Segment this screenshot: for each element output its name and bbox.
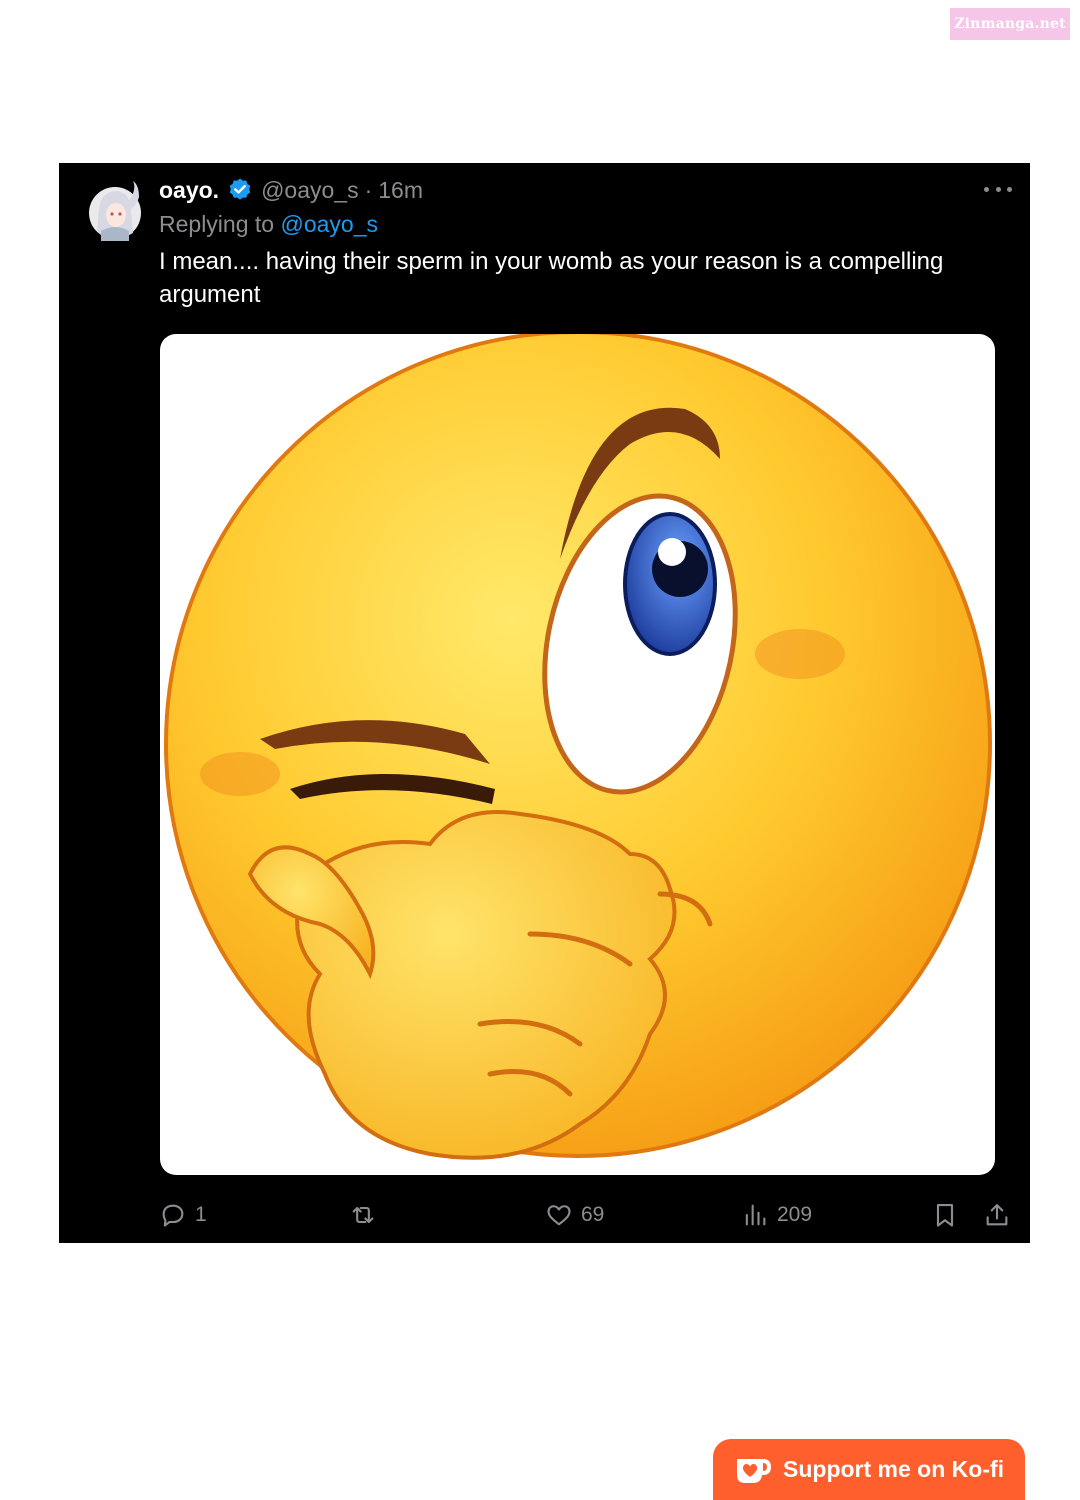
like-action[interactable]: 69 — [545, 1197, 604, 1233]
header-separator: · — [364, 176, 373, 203]
like-count: 69 — [581, 1203, 605, 1226]
bookmark-action[interactable] — [931, 1197, 967, 1233]
user-handle[interactable]: @oayo_s — [261, 177, 359, 204]
tweet-actions: 1 69 209 — [159, 1197, 1017, 1233]
tweet-timestamp[interactable]: 16m — [378, 177, 423, 204]
repost-action[interactable] — [349, 1197, 385, 1233]
share-action[interactable] — [983, 1197, 1019, 1233]
share-icon — [986, 1204, 1008, 1226]
views-count: 209 — [777, 1203, 813, 1226]
tweet-header: oayo. @oayo_s · 16m — [159, 175, 423, 205]
verified-badge-icon — [229, 178, 251, 200]
reply-action[interactable]: 1 — [159, 1197, 207, 1233]
repost-icon — [352, 1206, 374, 1224]
reply-count: 1 — [195, 1203, 207, 1226]
more-options-icon[interactable] — [984, 179, 1012, 199]
analytics-icon — [745, 1204, 766, 1226]
display-name[interactable]: oayo. — [159, 177, 219, 204]
tweet-media-image[interactable] — [160, 334, 995, 1175]
winking-thinking-emoji-icon — [164, 334, 992, 1160]
replying-prefix: Replying to — [159, 211, 281, 237]
user-avatar[interactable] — [89, 179, 145, 243]
site-watermark: Zinmanga.net — [950, 8, 1070, 40]
replying-mention-link[interactable]: @oayo_s — [280, 211, 378, 237]
heart-icon — [547, 1205, 571, 1226]
tweet-text: I mean.... having their sperm in your wo… — [159, 248, 944, 308]
replying-to-line: Replying to @oayo_s — [159, 211, 378, 238]
bookmark-icon — [936, 1204, 954, 1227]
kofi-support-button[interactable]: Support me on Ko-fi — [713, 1439, 1025, 1500]
kofi-label: Support me on Ko-fi — [783, 1456, 1005, 1482]
views-action[interactable]: 209 — [741, 1197, 812, 1233]
reply-icon — [162, 1204, 184, 1227]
tweet-card[interactable]: oayo. @oayo_s · 16m Replying to @oayo_s … — [59, 163, 1030, 1243]
kofi-cup-icon — [737, 1458, 771, 1483]
